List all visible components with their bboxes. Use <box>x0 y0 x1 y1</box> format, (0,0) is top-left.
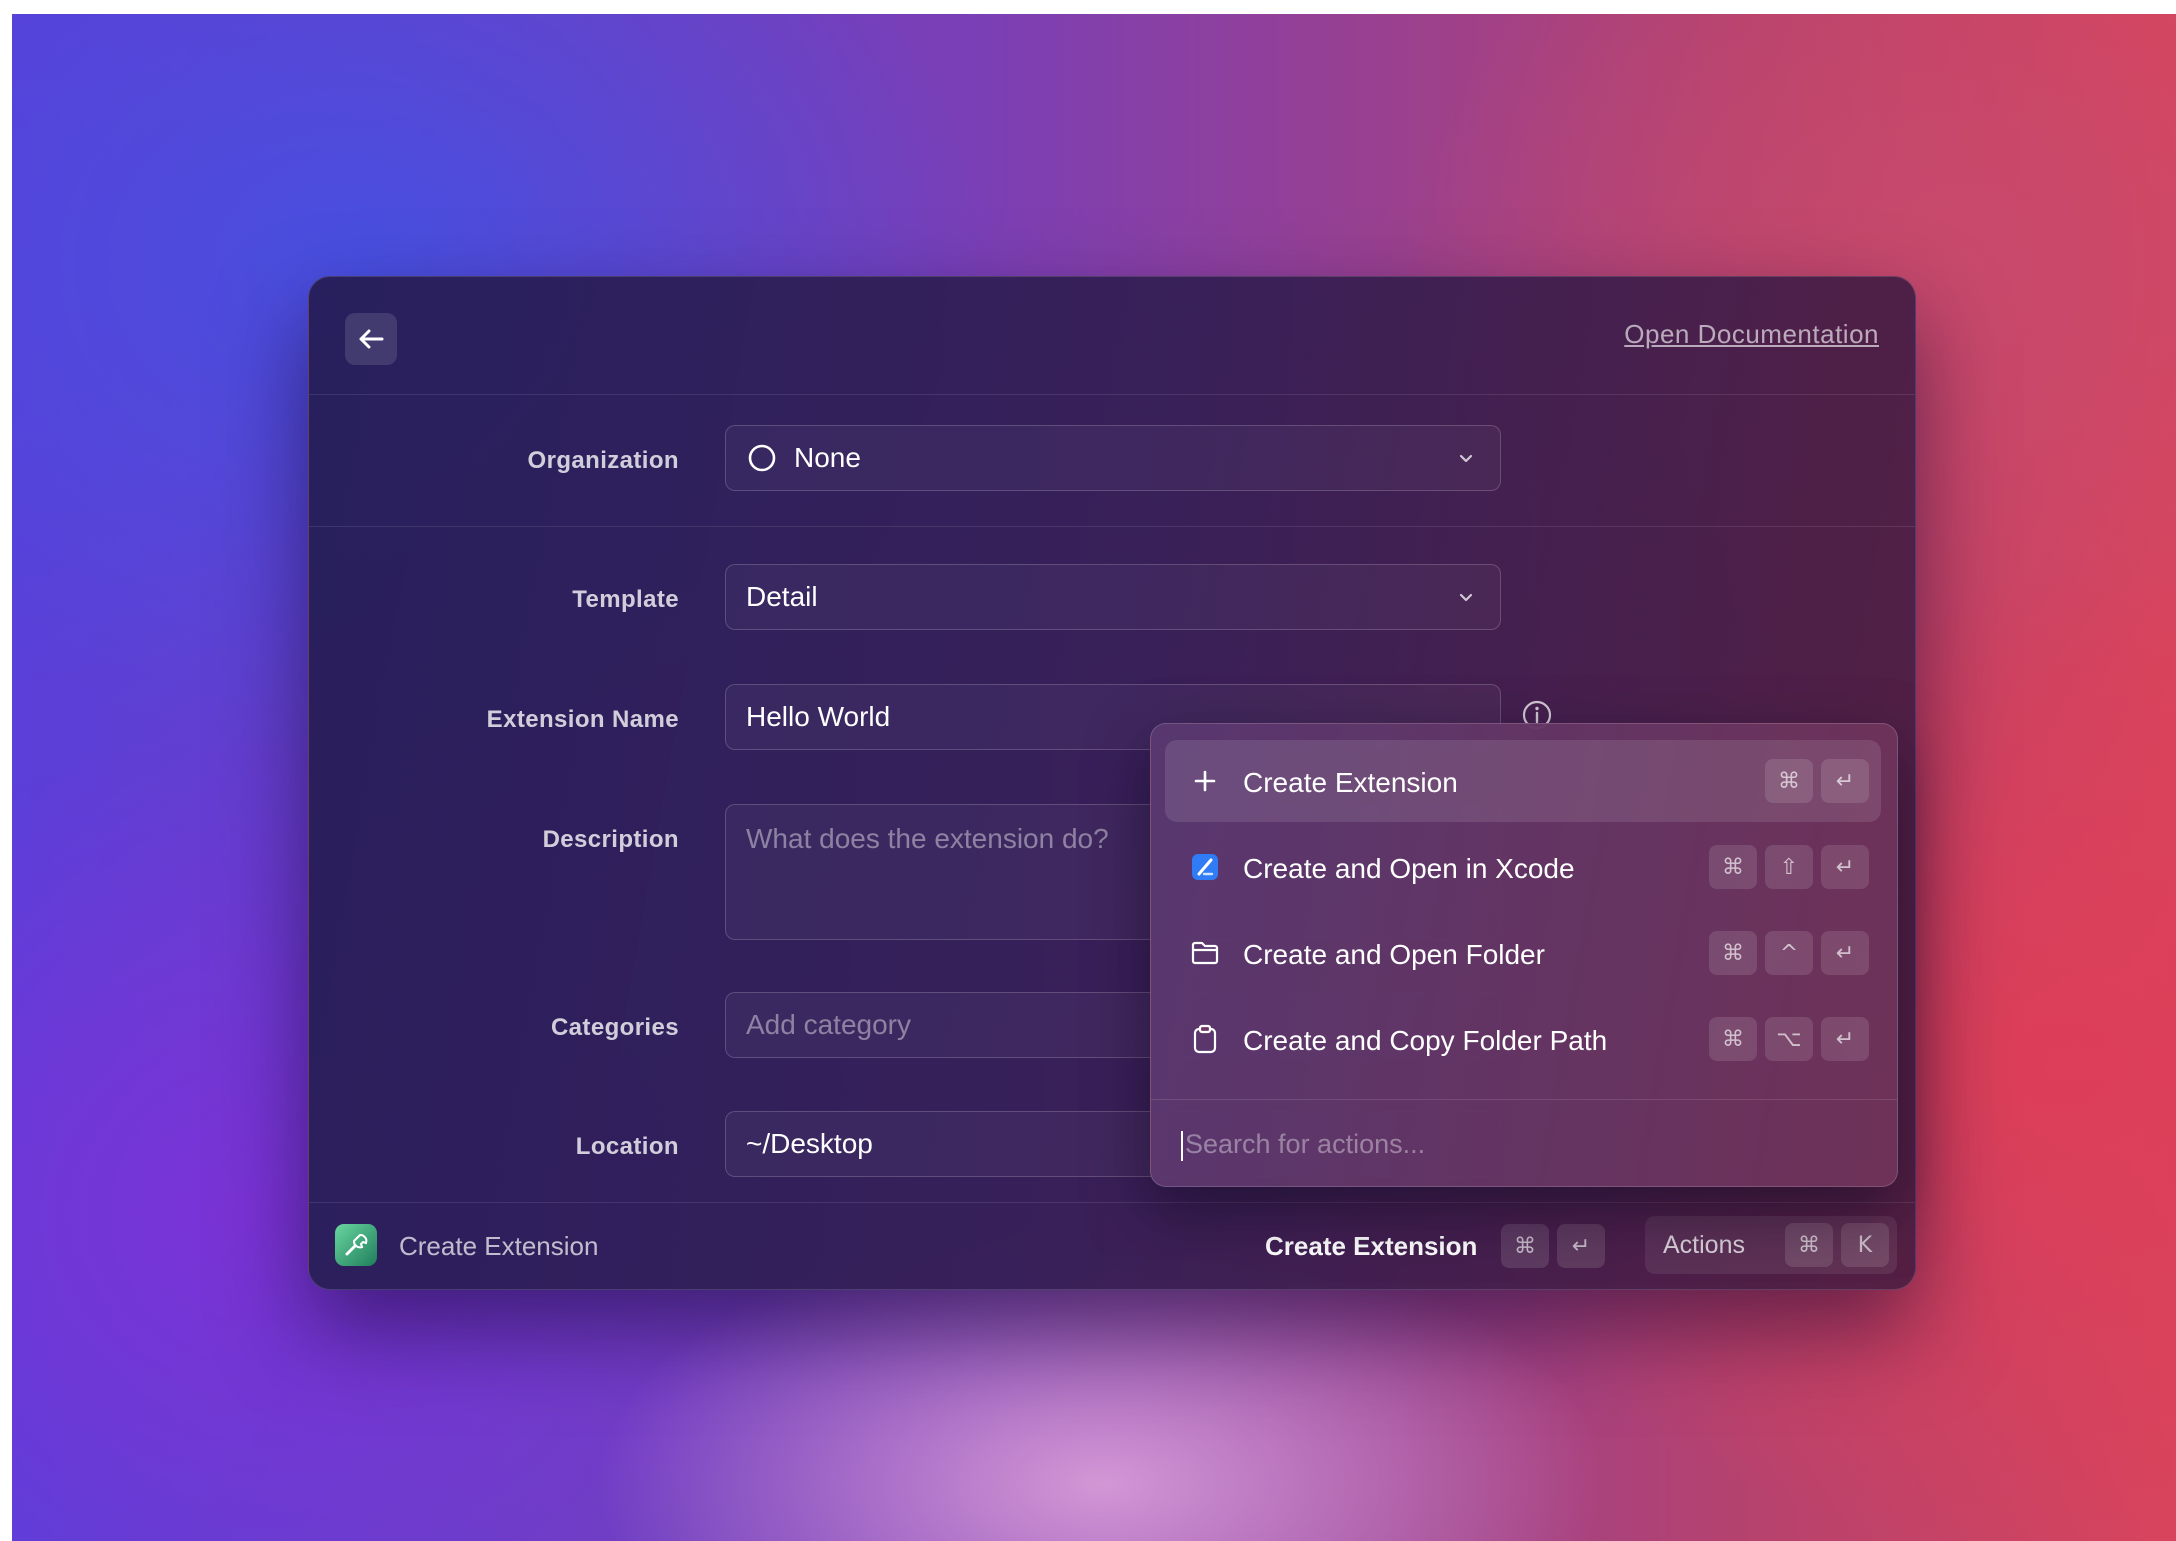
menu-item-label: Create and Open Folder <box>1243 939 1545 970</box>
header-divider <box>309 394 1915 395</box>
menu-divider <box>1151 1099 1897 1100</box>
shortcut-key: ⌘ <box>1709 845 1757 889</box>
open-documentation-link[interactable]: Open Documentation <box>1624 319 1879 350</box>
shortcut-key: ↵ <box>1821 759 1869 803</box>
template-dropdown[interactable]: Detail <box>725 564 1501 630</box>
text-cursor <box>1181 1130 1183 1161</box>
menu-item-create-extension[interactable]: Create Extension ⌘ ↵ <box>1165 740 1881 822</box>
chevron-down-icon <box>1459 454 1473 463</box>
description-label: Description <box>542 826 679 853</box>
extension-name-label: Extension Name <box>486 706 679 733</box>
folder-icon <box>1189 937 1221 969</box>
shortcut-key: ↵ <box>1821 1017 1869 1061</box>
shortcut-key: ⌘ <box>1709 931 1757 975</box>
developer-tools-icon <box>335 1224 377 1266</box>
shortcut-key: ↵ <box>1557 1224 1605 1268</box>
circle-icon <box>748 444 776 472</box>
shortcut-key: ↵ <box>1821 845 1869 889</box>
template-value: Detail <box>746 581 818 612</box>
extension-name-value: Hello World <box>746 701 891 732</box>
shortcut-key: ⌘ <box>1785 1223 1833 1267</box>
menu-item-create-open-folder[interactable]: Create and Open Folder ⌘ ^ ↵ <box>1165 912 1881 994</box>
xcode-icon <box>1189 851 1221 883</box>
back-button[interactable] <box>345 313 397 365</box>
shortcut-key: ⌘ <box>1501 1224 1549 1268</box>
description-placeholder: What does the extension do? <box>746 823 1109 854</box>
categories-placeholder: Add category <box>746 1009 911 1040</box>
menu-item-create-open-xcode[interactable]: Create and Open in Xcode ⌘ ⇧ ↵ <box>1165 826 1881 908</box>
location-label: Location <box>575 1133 679 1160</box>
categories-label: Categories <box>550 1014 679 1041</box>
arrow-left-icon <box>359 329 384 349</box>
shortcut-key: ⇧ <box>1765 845 1813 889</box>
primary-action-button[interactable]: Create Extension <box>1265 1231 1477 1262</box>
shortcut-key: ^ <box>1765 931 1813 975</box>
menu-item-label: Create and Open in Xcode <box>1243 853 1575 884</box>
menu-item-label: Create and Copy Folder Path <box>1243 1025 1608 1056</box>
organization-dropdown[interactable]: None <box>725 425 1501 491</box>
clipboard-icon <box>1189 1023 1221 1055</box>
shortcut-key: ↵ <box>1821 931 1869 975</box>
actions-label: Actions <box>1663 1231 1745 1259</box>
shortcut-key: ⌘ <box>1709 1017 1757 1061</box>
organization-value: None <box>794 442 861 473</box>
template-label: Template <box>572 586 679 613</box>
menu-item-label: Create Extension <box>1243 767 1458 798</box>
actions-menu: Create Extension ⌘ ↵ Create and Open in … <box>1150 723 1898 1187</box>
chevron-down-icon <box>1459 593 1473 602</box>
shortcut-key: ⌥ <box>1765 1017 1813 1061</box>
shortcut-key: K <box>1841 1223 1889 1267</box>
section-divider <box>309 526 1915 527</box>
shortcut-key: ⌘ <box>1765 759 1813 803</box>
action-bar: Create Extension Create Extension ⌘ ↵ Ac… <box>309 1202 1915 1289</box>
plus-icon <box>1189 765 1221 797</box>
menu-item-create-copy-path[interactable]: Create and Copy Folder Path ⌘ ⌥ ↵ <box>1165 998 1881 1080</box>
action-search-input[interactable]: Search for actions... <box>1181 1129 1425 1161</box>
action-search-placeholder: Search for actions... <box>1185 1129 1426 1159</box>
command-title: Create Extension <box>399 1231 599 1261</box>
actions-button[interactable]: Actions ⌘ K <box>1645 1216 1897 1274</box>
location-value: ~/Desktop <box>746 1128 873 1159</box>
organization-label: Organization <box>527 447 679 474</box>
